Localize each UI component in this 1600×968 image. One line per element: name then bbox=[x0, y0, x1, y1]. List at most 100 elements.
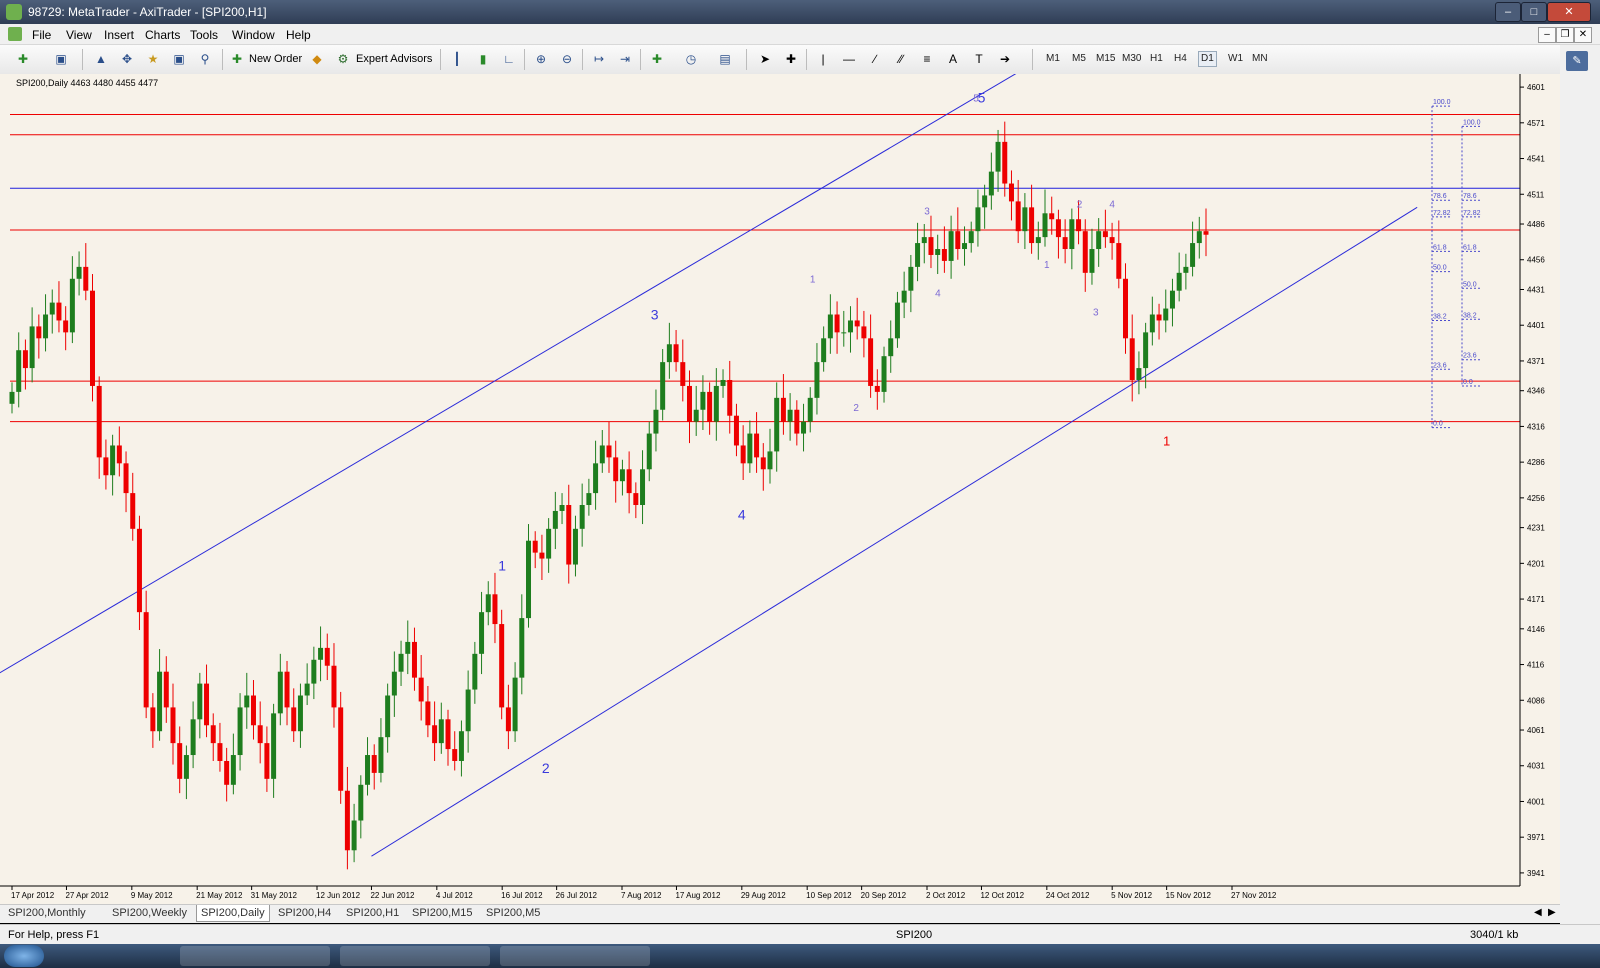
menu-window[interactable]: Window bbox=[232, 28, 275, 42]
periods-icon[interactable]: ◷ bbox=[682, 50, 700, 68]
data-window-icon[interactable]: ✥ bbox=[118, 50, 136, 68]
arrows-icon[interactable]: ➔ bbox=[996, 50, 1014, 68]
tab-scroll-left-icon[interactable]: ◀ bbox=[1534, 907, 1542, 918]
candlestick-icon[interactable]: ▮ bbox=[474, 50, 492, 68]
menu-tools[interactable]: Tools bbox=[190, 28, 218, 42]
fib-retracement-a-label: 72.82 bbox=[1433, 210, 1451, 217]
cursor-icon[interactable]: ➤ bbox=[756, 50, 774, 68]
bar-chart-icon[interactable]: ┃ bbox=[448, 50, 466, 68]
text-icon[interactable]: A bbox=[944, 50, 962, 68]
taskbar-item[interactable] bbox=[500, 946, 650, 966]
price-tick-label: 4431 bbox=[1527, 286, 1545, 295]
tab-weekly[interactable]: SPI200,Weekly bbox=[112, 907, 187, 919]
timeframe-m15[interactable]: M15 bbox=[1096, 53, 1115, 64]
tab-scroll-right-icon[interactable]: ▶ bbox=[1548, 907, 1556, 918]
menu-view[interactable]: View bbox=[66, 28, 92, 42]
date-tick-label: 22 Jun 2012 bbox=[370, 891, 415, 900]
chart-shift-icon[interactable]: ⇥ bbox=[616, 50, 634, 68]
bear-candle bbox=[432, 725, 438, 744]
timeframe-h1[interactable]: H1 bbox=[1150, 53, 1163, 64]
chart-window[interactable]: 4578456145164481435443204477 100.078.672… bbox=[0, 16, 1560, 904]
date-tick-label: 26 Jul 2012 bbox=[556, 891, 598, 900]
tab-m15[interactable]: SPI200,M15 bbox=[412, 907, 473, 919]
templates-icon[interactable]: ▤ bbox=[716, 50, 734, 68]
line-chart-icon[interactable]: ∟ bbox=[500, 50, 518, 68]
menu-help[interactable]: Help bbox=[286, 28, 311, 42]
start-button-icon[interactable] bbox=[4, 945, 44, 967]
wave-label: 4 bbox=[935, 289, 941, 300]
child-restore-icon[interactable]: ❐ bbox=[1556, 27, 1574, 43]
price-tick-label: 4031 bbox=[1527, 762, 1545, 771]
tab-m5[interactable]: SPI200,M5 bbox=[486, 907, 540, 919]
maximize-button[interactable]: □ bbox=[1521, 2, 1547, 22]
child-minimize-icon[interactable]: – bbox=[1538, 27, 1556, 43]
minimize-button[interactable]: – bbox=[1495, 2, 1521, 22]
bear-candle bbox=[1129, 338, 1135, 380]
timeframe-w1[interactable]: W1 bbox=[1228, 53, 1243, 64]
bear-candle bbox=[163, 671, 169, 708]
bear-candle bbox=[36, 326, 42, 339]
timeframe-mn[interactable]: MN bbox=[1252, 53, 1268, 64]
crosshair-icon[interactable]: ✚ bbox=[782, 50, 800, 68]
new-chart-icon[interactable]: ✚ bbox=[14, 50, 32, 68]
close-button[interactable]: ✕ bbox=[1547, 2, 1591, 22]
taskbar-item[interactable] bbox=[180, 946, 330, 966]
new-order-button[interactable]: New Order bbox=[249, 53, 302, 65]
zoom-in-icon[interactable]: ⊕ bbox=[532, 50, 550, 68]
timeframe-h4[interactable]: H4 bbox=[1174, 53, 1187, 64]
new-order-icon[interactable]: ✚ bbox=[228, 50, 246, 68]
date-tick-label: 21 May 2012 bbox=[196, 891, 243, 900]
fib-retracement-b-label: 23.6 bbox=[1463, 353, 1477, 360]
price-tick-label: 4061 bbox=[1527, 726, 1545, 735]
tab-monthly[interactable]: SPI200,Monthly bbox=[8, 907, 86, 919]
timeframe-m1[interactable]: M1 bbox=[1046, 53, 1060, 64]
market-watch-icon[interactable]: ▲ bbox=[92, 50, 110, 68]
menu-file[interactable]: File bbox=[32, 28, 51, 42]
wave-label: 1 bbox=[1163, 433, 1170, 448]
bull-candle bbox=[713, 385, 719, 422]
bull-candle bbox=[593, 463, 599, 494]
menu-charts[interactable]: Charts bbox=[145, 28, 180, 42]
metaeditor-icon[interactable]: ◆ bbox=[308, 50, 326, 68]
bear-candle bbox=[56, 302, 62, 321]
timeframe-m30[interactable]: M30 bbox=[1122, 53, 1141, 64]
fib-retracement-a-label: 0.0 bbox=[1433, 421, 1443, 428]
price-chart[interactable]: 4578456145164481435443204477 100.078.672… bbox=[0, 16, 1560, 904]
trendline-icon[interactable]: ∕ bbox=[866, 50, 884, 68]
zoom-out-icon[interactable]: ⊖ bbox=[558, 50, 576, 68]
profiles-icon[interactable]: ▣ bbox=[52, 50, 70, 68]
menu-insert[interactable]: Insert bbox=[104, 28, 134, 42]
tab-h4[interactable]: SPI200,H4 bbox=[278, 907, 331, 919]
child-close-icon[interactable]: ✕ bbox=[1574, 27, 1592, 43]
taskbar-item[interactable] bbox=[340, 946, 490, 966]
wave-label: 3 bbox=[651, 306, 659, 322]
indicators-icon[interactable]: ✚ bbox=[648, 50, 666, 68]
date-tick-label: 5 Nov 2012 bbox=[1111, 891, 1152, 900]
terminal-icon[interactable]: ▣ bbox=[170, 50, 188, 68]
timeframe-m5[interactable]: M5 bbox=[1072, 53, 1086, 64]
price-tick-label: 4116 bbox=[1527, 661, 1545, 670]
timeframe-d1[interactable]: D1 bbox=[1198, 51, 1217, 67]
text-label-icon[interactable]: T bbox=[970, 50, 988, 68]
price-tick-label: 3971 bbox=[1527, 833, 1545, 842]
strategy-tester-icon[interactable]: ⚲ bbox=[196, 50, 214, 68]
bear-candle bbox=[686, 385, 692, 422]
bear-candle bbox=[1082, 231, 1088, 273]
horizontal-line-icon[interactable]: — bbox=[840, 50, 858, 68]
help-icon[interactable]: ✎ bbox=[1566, 51, 1588, 71]
equidistant-channel-icon[interactable]: ∕∕ bbox=[892, 50, 910, 68]
wave-label: 4 bbox=[1109, 199, 1115, 210]
auto-scroll-icon[interactable]: ↦ bbox=[590, 50, 608, 68]
document-icon[interactable] bbox=[8, 27, 22, 41]
tab-h1[interactable]: SPI200,H1 bbox=[346, 907, 399, 919]
expert-advisors-button[interactable]: Expert Advisors bbox=[356, 53, 432, 65]
vertical-line-icon[interactable]: | bbox=[814, 50, 832, 68]
bull-candle bbox=[572, 528, 578, 565]
status-traffic: 3040/1 kb bbox=[1470, 929, 1519, 941]
fibonacci-icon[interactable]: ≡ bbox=[918, 50, 936, 68]
expert-advisors-icon[interactable]: ⚙ bbox=[334, 50, 352, 68]
fib-retracement-b-label: 50.0 bbox=[1463, 281, 1477, 288]
navigator-icon[interactable]: ★ bbox=[144, 50, 162, 68]
tab-daily[interactable]: SPI200,Daily bbox=[196, 905, 270, 922]
price-tick-label: 4001 bbox=[1527, 797, 1545, 806]
